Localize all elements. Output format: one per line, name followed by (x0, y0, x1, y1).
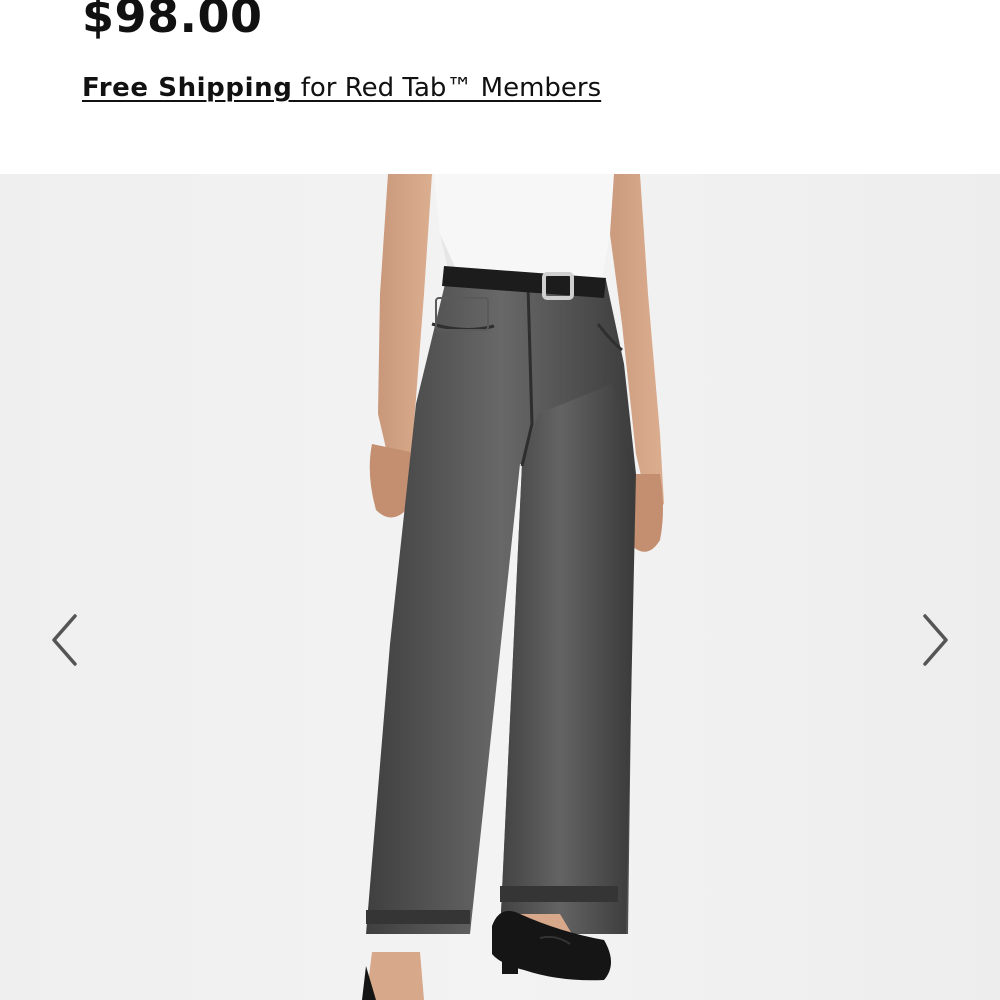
product-image (0, 174, 1000, 1000)
free-shipping-link[interactable]: Free Shipping for Red Tab™ Members (82, 70, 601, 105)
product-price: $98.00 (82, 0, 263, 43)
gallery-prev-button[interactable] (44, 612, 84, 668)
chevron-left-icon (52, 614, 77, 666)
free-shipping-rest-text: for Red Tab™ Members (292, 73, 602, 103)
free-shipping-bold-text: Free Shipping (82, 73, 293, 103)
product-page: $98.00 Free Shipping for Red Tab™ Member… (0, 0, 1000, 1000)
gallery-next-button[interactable] (916, 612, 956, 668)
chevron-right-icon (923, 614, 948, 666)
product-image-gallery[interactable] (0, 174, 1000, 1000)
